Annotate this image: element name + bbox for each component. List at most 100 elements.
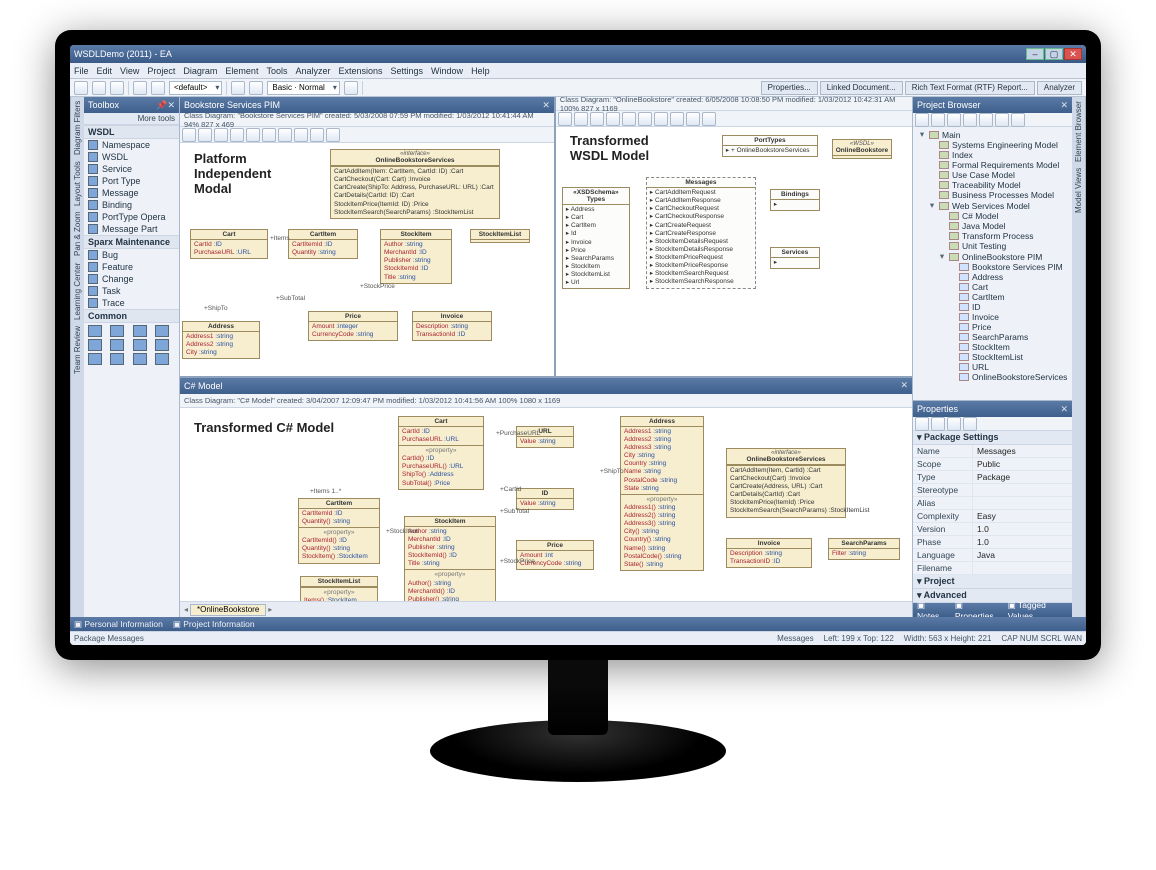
property-row[interactable]: Version1.0 bbox=[913, 523, 1072, 536]
tool-icon[interactable] bbox=[110, 339, 124, 351]
toolbox-item[interactable]: PortType Opera bbox=[84, 211, 179, 223]
property-row[interactable]: NameMessages bbox=[913, 445, 1072, 458]
tree-node[interactable]: OnlineBookstoreServices bbox=[947, 372, 1070, 382]
tool-icon[interactable] bbox=[88, 353, 102, 365]
property-row[interactable]: Stereotype bbox=[913, 484, 1072, 497]
toolbar-button[interactable] bbox=[326, 128, 340, 142]
tree-node[interactable]: Systems Engineering Model bbox=[927, 140, 1070, 150]
toolbar-button[interactable] bbox=[979, 113, 993, 127]
tree-node[interactable]: Index bbox=[927, 150, 1070, 160]
toolbox-item[interactable]: Message Part bbox=[84, 223, 179, 235]
tool-icon[interactable] bbox=[155, 325, 169, 337]
toolbar-button[interactable] bbox=[151, 81, 165, 95]
toolbar-button[interactable] bbox=[931, 417, 945, 431]
menu-help[interactable]: Help bbox=[471, 66, 490, 76]
uml-class[interactable]: StockItemAuthor :stringMerchantId :IDPub… bbox=[380, 229, 452, 284]
uml-class[interactable]: AddressAddress1 :stringAddress2 :stringC… bbox=[182, 321, 260, 359]
toolbar-button[interactable] bbox=[947, 417, 961, 431]
bottom-dock-tabs[interactable]: ▣ Personal Information▣ Project Informat… bbox=[70, 617, 1086, 631]
window-maximize-button[interactable]: ▢ bbox=[1045, 48, 1063, 60]
tree-node[interactable]: StockItem bbox=[947, 342, 1070, 352]
tree-node[interactable]: URL bbox=[947, 362, 1070, 372]
toolbox-section[interactable]: Sparx Maintenance bbox=[84, 235, 179, 249]
toolbar-button[interactable] bbox=[590, 112, 604, 126]
menu-analyzer[interactable]: Analyzer bbox=[295, 66, 330, 76]
uml-class[interactable]: CartCartId :IDPurchaseURL :URL«property»… bbox=[398, 416, 484, 490]
diagram-csharp-canvas[interactable]: Transformed C# Model CartCartId :IDPurch… bbox=[180, 408, 912, 601]
toolbox-item[interactable]: Port Type bbox=[84, 175, 179, 187]
menu-extensions[interactable]: Extensions bbox=[338, 66, 382, 76]
left-dock-tabs[interactable]: Team ReviewLearning CenterPan & ZoomLayo… bbox=[70, 97, 84, 617]
window-minimize-button[interactable]: – bbox=[1026, 48, 1044, 60]
tree-node[interactable]: Use Case Model bbox=[927, 170, 1070, 180]
tree-node[interactable]: Address bbox=[947, 272, 1070, 282]
uml-class[interactable]: «interface»OnlineBookstoreServicesCartAd… bbox=[726, 448, 846, 518]
tree-node[interactable]: C# Model bbox=[937, 211, 1070, 221]
tool-icon[interactable] bbox=[110, 353, 124, 365]
diagram-csharp[interactable]: C# Model ✕ Class Diagram: "C# Model" cre… bbox=[180, 378, 912, 601]
toolbar-button[interactable] bbox=[915, 417, 929, 431]
toolbar-button[interactable] bbox=[231, 81, 245, 95]
tree-node[interactable]: Unit Testing bbox=[937, 241, 1070, 251]
toolbox-item[interactable]: Binding bbox=[84, 199, 179, 211]
properties-toolbar[interactable] bbox=[913, 417, 1072, 431]
uml-class[interactable]: Messages▸ CartAddItemRequest▸ CartAddIte… bbox=[646, 177, 756, 289]
toolbox-section[interactable]: Common bbox=[84, 309, 179, 323]
tree-node[interactable]: Java Model bbox=[937, 221, 1070, 231]
diagram-wsdl-toolbar[interactable] bbox=[556, 111, 912, 127]
ribbon-tab[interactable]: Rich Text Format (RTF) Report... bbox=[905, 81, 1035, 95]
uml-class[interactable]: IDValue :string bbox=[516, 488, 574, 510]
uml-class[interactable]: CartItemCartItemId :IDQuantity() :string… bbox=[298, 498, 380, 564]
property-group[interactable]: ▾ Package Settings bbox=[913, 431, 1072, 445]
toolbar-button[interactable] bbox=[74, 81, 88, 95]
toolbox-item[interactable]: Task bbox=[84, 285, 179, 297]
tree-node[interactable]: SearchParams bbox=[947, 332, 1070, 342]
close-icon[interactable]: ✕ bbox=[1060, 100, 1068, 111]
uml-class[interactable]: Services▸ bbox=[770, 247, 820, 269]
toolbar-button[interactable] bbox=[230, 128, 244, 142]
diagram-pim-toolbar[interactable] bbox=[180, 127, 554, 143]
menu-file[interactable]: File bbox=[74, 66, 89, 76]
diagram-wsdl[interactable]: Class Diagram: "OnlineBookstore" created… bbox=[556, 97, 912, 376]
toolbar-button[interactable] bbox=[92, 81, 106, 95]
window-close-button[interactable]: ✕ bbox=[1064, 48, 1082, 60]
toolbar-button[interactable] bbox=[558, 112, 572, 126]
dock-tab[interactable]: Element Browser bbox=[1074, 101, 1083, 162]
uml-class[interactable]: CartCartId :IDPurchaseURL :URL bbox=[190, 229, 268, 259]
toolbar-button[interactable] bbox=[915, 113, 929, 127]
toolbar-button[interactable] bbox=[670, 112, 684, 126]
toolbox-item[interactable]: Change bbox=[84, 273, 179, 285]
style-select[interactable]: <default> bbox=[169, 81, 222, 95]
toolbar-button[interactable] bbox=[654, 112, 668, 126]
uml-class[interactable]: CartItemCartItemId :IDQuantity :string bbox=[288, 229, 358, 259]
pin-icon[interactable]: 📌 bbox=[156, 100, 167, 111]
toolbox-item[interactable]: Bug bbox=[84, 249, 179, 261]
dock-tab[interactable]: Pan & Zoom bbox=[73, 212, 82, 256]
toolbar-button[interactable] bbox=[310, 128, 324, 142]
uml-class[interactable]: SearchParamsFilter :string bbox=[828, 538, 900, 560]
menu-window[interactable]: Window bbox=[431, 66, 463, 76]
zoom-select[interactable]: Basic · Normal bbox=[267, 81, 339, 95]
tool-icon[interactable] bbox=[155, 353, 169, 365]
close-icon[interactable]: ✕ bbox=[167, 100, 175, 111]
toolbar-button[interactable] bbox=[995, 113, 1009, 127]
property-row[interactable]: Filename bbox=[913, 562, 1072, 575]
properties-tabs[interactable]: ▣ Notes▣ Properties▣ Tagged Values bbox=[913, 603, 1072, 617]
bottom-tab[interactable]: ▣ Personal Information bbox=[74, 619, 163, 630]
tree-twisty-icon[interactable]: ▾ bbox=[918, 129, 926, 140]
tree-node[interactable]: CartItem bbox=[947, 292, 1070, 302]
diagram-pim-canvas[interactable]: Platform Independent Modal «interface»On… bbox=[180, 143, 554, 376]
property-row[interactable]: TypePackage bbox=[913, 471, 1072, 484]
ribbon-tab[interactable]: Analyzer bbox=[1037, 81, 1082, 95]
toolbox-item[interactable]: Namespace bbox=[84, 139, 179, 151]
toolbar-button[interactable] bbox=[182, 128, 196, 142]
uml-class[interactable]: StockItemList bbox=[470, 229, 530, 243]
right-dock-tabs[interactable]: Model ViewsElement Browser bbox=[1072, 97, 1086, 617]
tree-twisty-icon[interactable]: ▾ bbox=[938, 251, 946, 262]
tool-icon[interactable] bbox=[88, 325, 102, 337]
uml-class[interactable]: PriceAmount :integerCurrencyCode :string bbox=[308, 311, 398, 341]
close-icon[interactable]: ✕ bbox=[900, 380, 908, 391]
close-icon[interactable]: ✕ bbox=[1060, 404, 1068, 415]
menu-view[interactable]: View bbox=[120, 66, 139, 76]
close-icon[interactable]: ✕ bbox=[542, 100, 550, 111]
